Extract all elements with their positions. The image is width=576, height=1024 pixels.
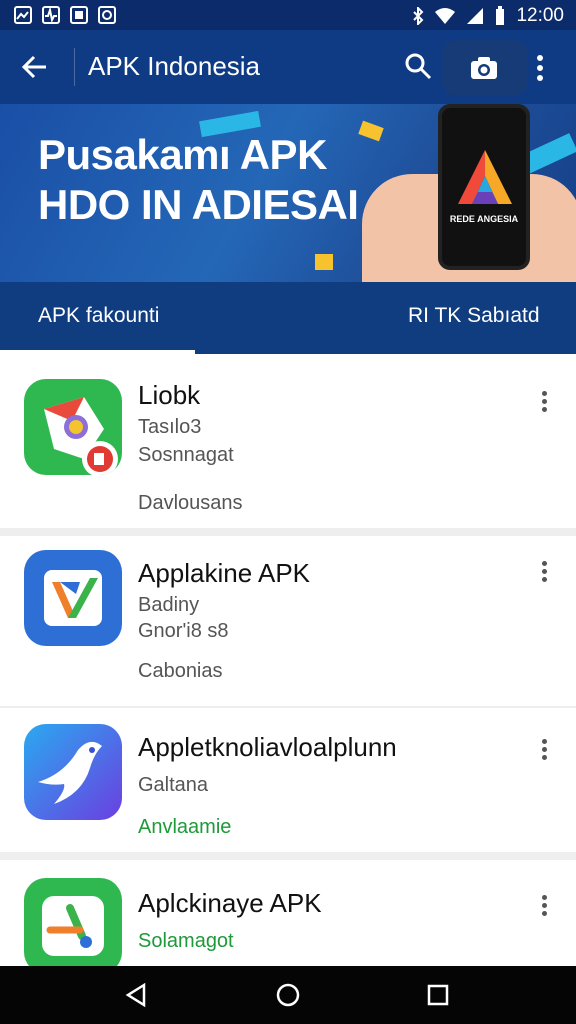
app-status: Davlousans bbox=[138, 492, 243, 514]
app-developer: Badiny bbox=[138, 594, 200, 616]
item-more-button[interactable] bbox=[542, 736, 548, 763]
banner-line-1: Pusakamı APK bbox=[38, 131, 327, 178]
app-status: Anvlaamie bbox=[138, 816, 232, 838]
promo-banner[interactable]: Pusakamı APK HDO IN ADIESAI REDE ANGESIA bbox=[0, 104, 576, 282]
system-icons: 12:00 bbox=[412, 5, 564, 27]
more-vert-icon bbox=[537, 55, 543, 81]
tab-bar: APK fakounti RI TK Sabıatd bbox=[0, 282, 576, 354]
tab-apk-fakounti[interactable]: APK fakounti bbox=[38, 304, 159, 328]
app-status: Cabonias bbox=[138, 660, 223, 682]
list-item[interactable]: Applakine APK Badiny Gnor'i8 s8 Cabonias bbox=[0, 536, 576, 704]
app-category: Gnor'i8 s8 bbox=[138, 620, 229, 642]
image-icon bbox=[14, 6, 32, 24]
list-item[interactable]: Aplckinaye APK Solamagot bbox=[0, 860, 576, 966]
list-divider bbox=[0, 528, 576, 536]
app-bar: APK Indonesia bbox=[0, 30, 576, 104]
more-options-button[interactable] bbox=[536, 54, 544, 87]
chrome-style-icon bbox=[24, 379, 122, 475]
phone-illustration: REDE ANGESIA bbox=[438, 104, 530, 270]
phone-caption: REDE ANGESIA bbox=[449, 214, 519, 224]
app-list: Liobk Tasılo3 Sosnnagat Davlousans Appla… bbox=[0, 354, 576, 966]
app-bar-divider bbox=[74, 48, 75, 86]
back-triangle-icon[interactable] bbox=[124, 982, 148, 1008]
status-time: 12:00 bbox=[516, 5, 564, 26]
camera-icon bbox=[471, 57, 497, 79]
camera-button[interactable] bbox=[442, 40, 528, 96]
battery-icon bbox=[496, 6, 505, 25]
banner-headline: Pusakamı APK HDO IN ADIESAI bbox=[38, 130, 359, 230]
status-bar: 12:00 bbox=[0, 0, 576, 30]
wifi-icon bbox=[435, 8, 456, 24]
confetti-shape bbox=[315, 254, 333, 270]
apk-logo-icon bbox=[458, 150, 512, 204]
bluetooth-icon bbox=[413, 7, 424, 25]
app-name: Applakine APK bbox=[138, 558, 311, 588]
list-item[interactable]: Appletknoliavloalplunn Galtana Anvlaamie bbox=[0, 708, 576, 852]
green-pencil-icon bbox=[24, 878, 122, 966]
signal-icon bbox=[467, 8, 484, 24]
app-name: Appletknoliavloalplunn bbox=[138, 732, 397, 762]
app-name: Aplckinaye APK bbox=[138, 888, 322, 918]
search-icon bbox=[405, 53, 432, 80]
home-circle-icon[interactable] bbox=[275, 982, 301, 1008]
search-button[interactable] bbox=[404, 52, 432, 85]
page-title: APK Indonesia bbox=[88, 51, 261, 81]
app-name: Liobk bbox=[138, 380, 201, 410]
app-developer: Solamagot bbox=[138, 930, 234, 952]
activity-icon bbox=[42, 6, 60, 24]
back-button[interactable] bbox=[20, 50, 50, 84]
back-arrow-icon bbox=[21, 55, 46, 79]
bird-icon bbox=[24, 724, 122, 820]
banner-line-2: HDO IN ADIESAI bbox=[38, 181, 359, 228]
check-shield-icon bbox=[24, 550, 122, 646]
app-developer: Galtana bbox=[138, 774, 209, 796]
item-more-button[interactable] bbox=[542, 388, 548, 415]
app-developer: Tasılo3 bbox=[138, 416, 202, 438]
recents-square-icon[interactable] bbox=[426, 982, 450, 1008]
gallery-icon bbox=[98, 6, 116, 24]
app-category: Sosnnagat bbox=[138, 444, 234, 466]
list-item[interactable]: Liobk Tasılo3 Sosnnagat Davlousans bbox=[0, 354, 576, 528]
system-nav-bar bbox=[0, 966, 576, 1024]
item-more-button[interactable] bbox=[542, 558, 548, 585]
list-divider bbox=[0, 852, 576, 860]
confetti-shape bbox=[358, 120, 384, 142]
notification-icons bbox=[14, 6, 116, 24]
tab-ri-tk-sabiatd[interactable]: RI TK Sabıatd bbox=[408, 304, 540, 328]
item-more-button[interactable] bbox=[542, 892, 548, 919]
file-icon bbox=[70, 6, 88, 24]
